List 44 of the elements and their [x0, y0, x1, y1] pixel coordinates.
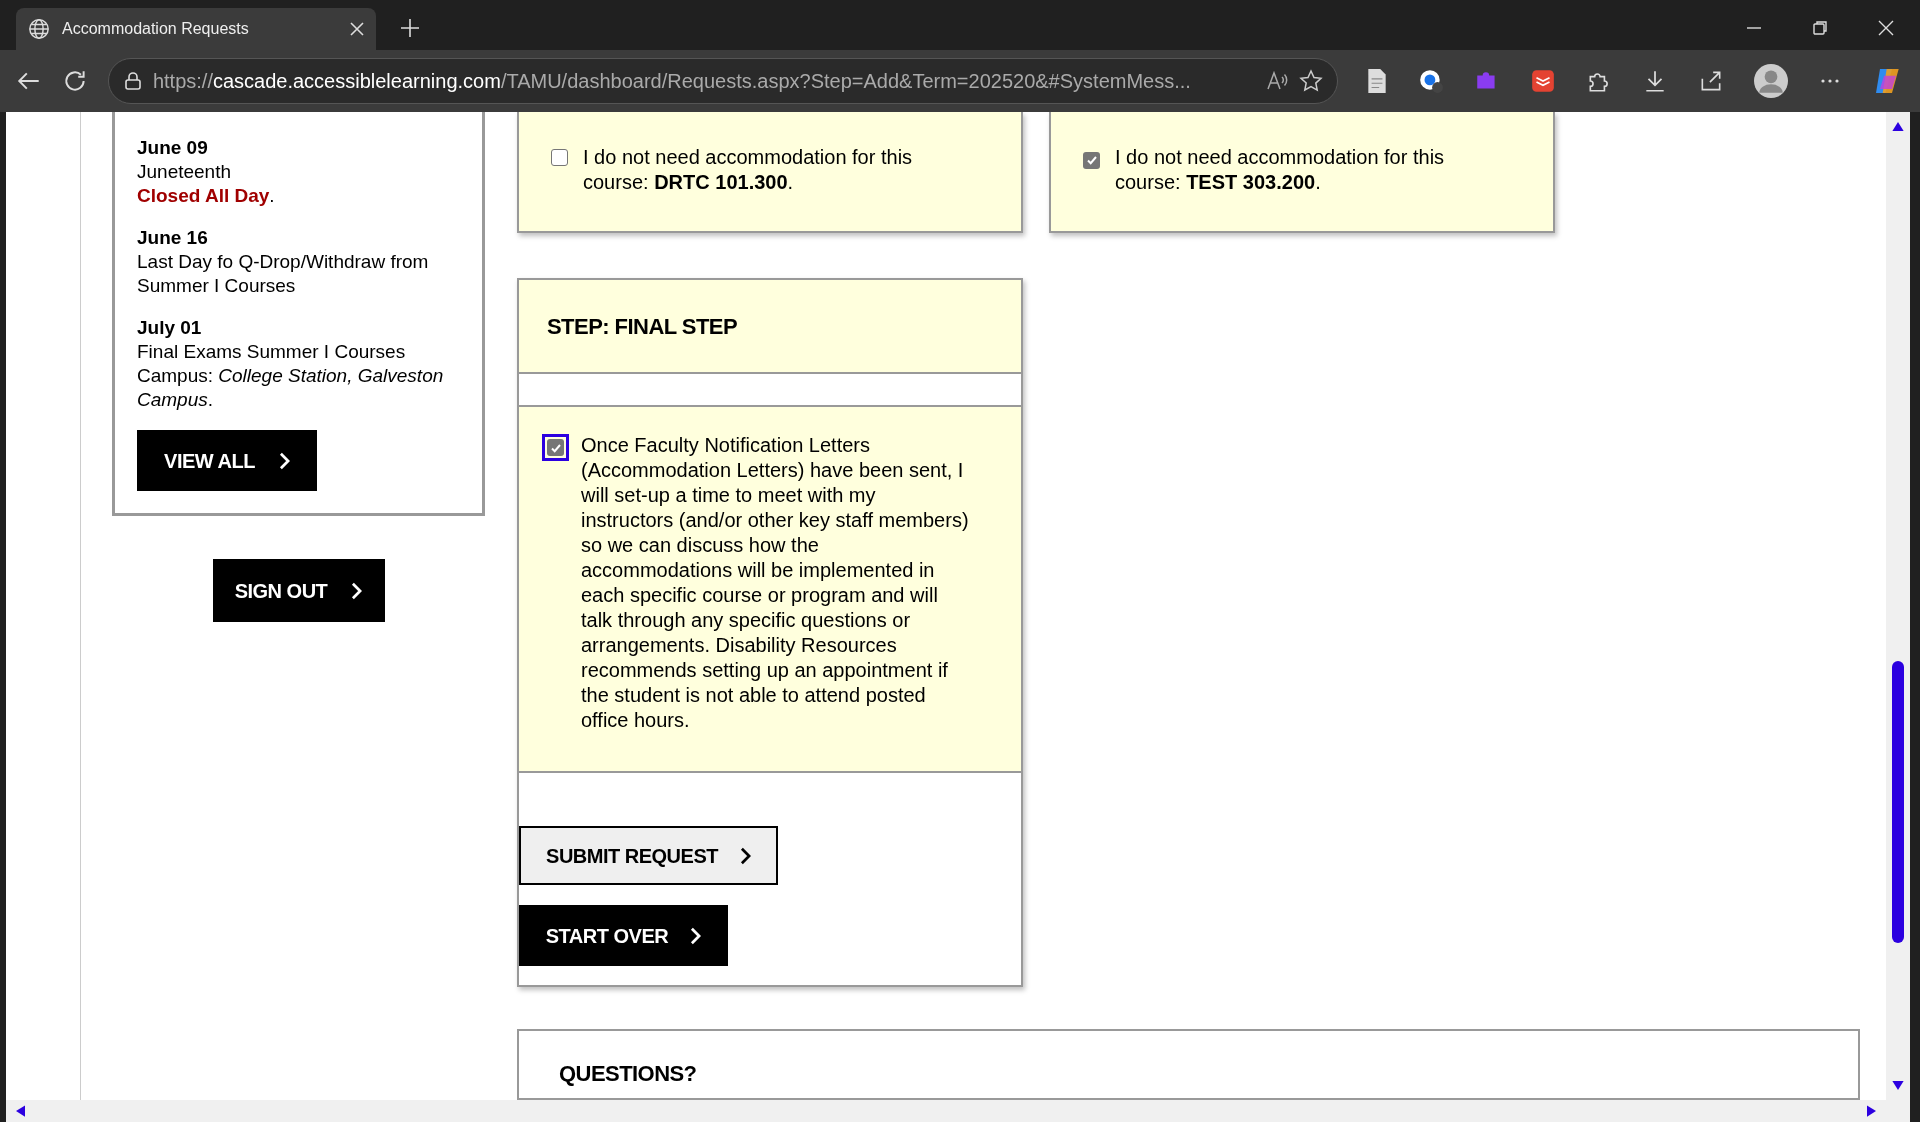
new-tab-icon[interactable] — [400, 18, 420, 38]
sign-out-button[interactable]: SIGN OUT — [212, 559, 385, 622]
optout-label: I do not need accommodation for this course: TEST 303.200. — [1115, 145, 1446, 195]
checkbox[interactable] — [1083, 151, 1100, 169]
todo-extension-icon[interactable] — [1530, 68, 1556, 94]
star-icon[interactable] — [1299, 69, 1323, 93]
chevron-right-icon — [278, 451, 290, 470]
restore-icon[interactable] — [1812, 20, 1828, 36]
scroll-right-icon[interactable] — [1867, 1105, 1876, 1117]
event-description: Campus: College Station, Galveston Campus. — [137, 364, 445, 412]
step-title: STEP: FINAL STEP — [547, 312, 738, 341]
globe-icon — [28, 18, 50, 40]
checkbox[interactable] — [547, 439, 564, 456]
agreement-text: Once Faculty Notification Letters (Accommodation Letters) have been sent, I will set-up a time to meet with my instructors (and/or other key staff members) so we can discuss how the accommodations will be implemented in each specific course or program and will talk through any specific questions or arrangements. Disability Resources recommends setting up an appointment if the student is not able to attend posted office hours. — [581, 433, 970, 733]
optout-label: I do not need accommodation for this course: DRTC 101.300. — [583, 145, 914, 195]
profile-avatar-icon[interactable] — [1754, 64, 1788, 98]
chevron-right-icon — [690, 926, 702, 945]
vertical-scrollbar[interactable] — [1886, 112, 1910, 1100]
start-over-button[interactable]: START OVER — [519, 905, 728, 966]
event-date: June 16 — [137, 226, 209, 250]
event-description: Closed All Day. — [137, 184, 276, 208]
event-description: Juneteenth — [137, 160, 233, 184]
submit-request-button[interactable]: SUBMIT REQUEST — [519, 826, 778, 885]
scroll-up-icon[interactable] — [1892, 122, 1904, 131]
extension-icon[interactable] — [1418, 68, 1444, 94]
event-description: Last Day fo Q-Drop/Withdraw from Summer I Courses — [137, 250, 430, 298]
horizontal-scrollbar[interactable] — [6, 1100, 1910, 1122]
document-icon[interactable] — [1366, 68, 1388, 94]
event-date: June 09 — [137, 136, 209, 160]
chevron-right-icon — [739, 846, 751, 865]
event-date: July 01 — [137, 316, 203, 340]
scroll-left-icon[interactable] — [16, 1105, 25, 1117]
event-description: Final Exams Summer I Courses — [137, 340, 407, 364]
checkmark-icon — [1085, 154, 1098, 166]
close-icon[interactable] — [350, 22, 364, 36]
view-all-button[interactable]: VIEW ALL — [137, 430, 317, 491]
scrollbar-thumb[interactable] — [1892, 661, 1904, 943]
checkbox[interactable] — [551, 149, 568, 166]
lock-icon[interactable] — [122, 71, 143, 91]
chevron-right-icon — [351, 581, 363, 600]
address-bar[interactable]: https://cascade.accessiblelearning.com/TAMU/dashboard/Requests.aspx?Step=Add&Term=202520&#SystemMess... — [107, 58, 1338, 104]
questions-title: QUESTIONS? — [559, 1060, 698, 1088]
scroll-down-icon[interactable] — [1892, 1081, 1904, 1090]
close-window-icon[interactable] — [1878, 20, 1894, 36]
